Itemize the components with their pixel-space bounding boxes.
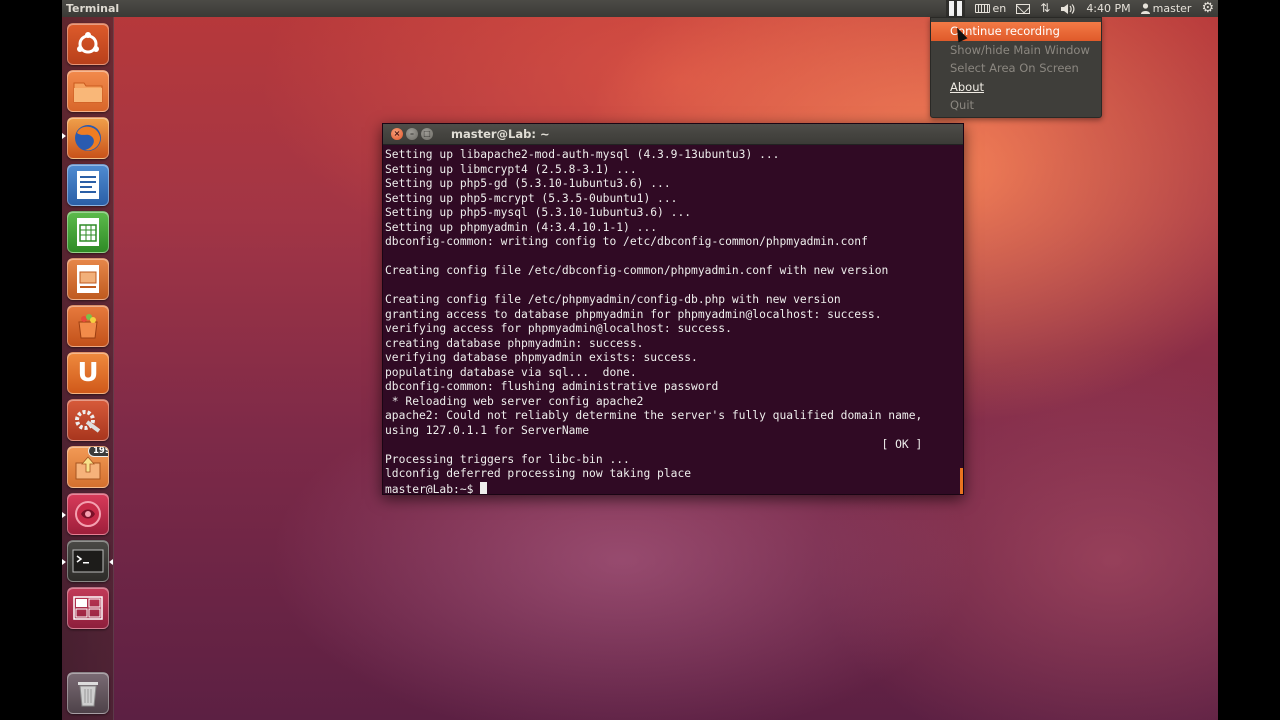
terminal-line: apache2: Could not reliably determine th… — [385, 409, 923, 422]
settings-icon — [75, 410, 101, 433]
indicator-area: en ⇅ 4:40 PM master ⚙ — [945, 0, 1214, 17]
ubuntu-one-icon: U — [77, 358, 99, 388]
recorder-icon — [75, 501, 101, 527]
terminal-window[interactable]: × – □ master@Lab: ~ Setting up libapache… — [382, 123, 964, 495]
terminal-prompt-line[interactable]: master@Lab:~$ — [385, 481, 959, 495]
text-cursor — [480, 481, 488, 494]
launcher-impress[interactable] — [67, 258, 109, 300]
terminal-line: dbconfig-common: writing config to /etc/… — [385, 235, 868, 248]
clock-label: 4:40 PM — [1086, 2, 1131, 15]
messaging-indicator[interactable] — [1016, 0, 1031, 17]
user-icon — [1140, 3, 1150, 14]
writer-icon — [77, 171, 99, 199]
mail-icon — [1016, 3, 1031, 14]
terminal-line: Setting up php5-mysql (5.3.10-1ubuntu3.6… — [385, 206, 692, 219]
network-arrows-icon: ⇅ — [1040, 1, 1051, 15]
terminal-line: ldconfig deferred processing now taking … — [385, 467, 692, 480]
terminal-line: populating database via sql... done. — [385, 365, 637, 379]
terminal-line: [ OK ] — [385, 438, 923, 451]
terminal-line: Setting up libmcrypt4 (2.5.8-3.1) ... — [385, 162, 637, 176]
close-icon: × — [393, 129, 401, 138]
network-indicator[interactable]: ⇅ — [1040, 0, 1050, 17]
launcher-dash-home[interactable] — [67, 23, 109, 65]
launcher-firefox[interactable] — [67, 117, 109, 159]
minimize-icon: – — [410, 129, 414, 138]
ubuntu-logo-icon — [77, 32, 99, 54]
terminal-line: verifying database phpmyadmin exists: su… — [385, 351, 698, 364]
maximize-icon: □ — [423, 129, 431, 138]
terminal-title: master@Lab: ~ — [451, 127, 550, 141]
running-pip — [62, 133, 66, 139]
launcher-trash[interactable] — [67, 672, 109, 714]
update-count-badge: 199 — [88, 447, 108, 457]
menu-item-quit: Quit — [950, 98, 975, 112]
terminal-icon — [72, 549, 104, 573]
terminal-output[interactable]: Setting up libapache2-mod-auth-mysql (4.… — [385, 148, 959, 494]
launcher-terminal[interactable] — [67, 540, 109, 582]
terminal-scrollbar[interactable] — [960, 468, 963, 494]
desktop: Terminal en ⇅ 4:40 PM master ⚙ U 199 × –… — [62, 0, 1218, 720]
running-pip — [62, 559, 66, 565]
clock-indicator[interactable]: 4:40 PM — [1086, 0, 1130, 17]
trash-icon — [78, 682, 98, 707]
terminal-line: Setting up php5-gd (5.3.10-1ubuntu3.6) .… — [385, 177, 671, 190]
letterbox-right — [1218, 0, 1280, 720]
terminal-line: Creating config file /etc/dbconfig-commo… — [385, 264, 889, 277]
pause-icon — [948, 1, 962, 16]
terminal-line: creating database phpmyadmin: success. — [385, 336, 644, 350]
focused-pip — [109, 559, 113, 565]
terminal-line: Setting up libapache2-mod-auth-mysql (4.… — [385, 148, 780, 161]
launcher-screen-recorder[interactable] — [67, 493, 109, 535]
session-indicator[interactable]: ⚙ — [1201, 0, 1214, 17]
menu-item-show-hide-main-window: Show/hide Main Window — [950, 42, 1090, 57]
shell-prompt: master@Lab:~$ — [385, 482, 481, 495]
launcher-system-settings[interactable] — [67, 399, 109, 441]
keyboard-layout-label: en — [992, 2, 1007, 15]
workspaces-icon — [73, 596, 103, 620]
launcher-home-folder[interactable] — [67, 70, 109, 112]
menu-item-about[interactable]: About — [931, 78, 1101, 97]
folder-icon — [73, 82, 103, 103]
terminal-line: * Reloading web server config apache2 — [385, 394, 644, 408]
app-title: Terminal — [66, 2, 120, 15]
top-panel: Terminal en ⇅ 4:40 PM master ⚙ — [62, 0, 1218, 17]
keyboard-icon — [974, 4, 990, 13]
launcher-calc[interactable] — [67, 211, 109, 253]
launcher-ubuntu-one[interactable]: U — [67, 352, 109, 394]
update-manager-icon — [75, 456, 101, 480]
running-pip — [62, 512, 66, 518]
terminal-line: Setting up php5-mcrypt (5.3.5-0ubuntu1) … — [385, 191, 678, 205]
firefox-icon — [75, 125, 101, 151]
terminal-line: using 127.0.1.1 for ServerName — [385, 423, 590, 437]
terminal-line: Processing triggers for libc-bin ... — [385, 452, 630, 466]
letterbox-left — [0, 0, 62, 720]
user-name-label: master — [1152, 2, 1192, 15]
terminal-line: granting access to database phpmyadmin f… — [385, 307, 882, 321]
software-center-icon — [78, 314, 98, 339]
terminal-line: verifying access for phpmyadmin@localhos… — [385, 322, 732, 335]
sound-indicator[interactable] — [1060, 0, 1076, 17]
launcher: U 199 — [62, 17, 114, 720]
launcher-update-manager[interactable]: 199 — [67, 446, 109, 488]
menu-item-select-area-on-screen: Select Area On Screen — [950, 61, 1079, 75]
launcher-software-center[interactable] — [67, 305, 109, 347]
calc-icon — [77, 218, 99, 246]
recorder-indicator[interactable] — [945, 0, 965, 17]
maximize-button[interactable]: □ — [421, 128, 433, 140]
user-indicator[interactable]: master — [1140, 0, 1192, 17]
terminal-line: Creating config file /etc/phpmyadmin/con… — [385, 293, 841, 306]
gear-icon: ⚙ — [1201, 0, 1214, 16]
launcher-workspace-switcher[interactable] — [67, 587, 109, 629]
keyboard-indicator[interactable]: en — [974, 0, 1007, 17]
minimize-button[interactable]: – — [406, 128, 418, 140]
terminal-line: Setting up phpmyadmin (4:3.4.10.1-1) ... — [385, 220, 658, 234]
launcher-writer[interactable] — [67, 164, 109, 206]
speaker-icon — [1061, 3, 1075, 14]
impress-icon — [77, 265, 99, 293]
terminal-titlebar[interactable]: × – □ master@Lab: ~ — [383, 124, 963, 145]
close-button[interactable]: × — [391, 128, 403, 140]
terminal-line: dbconfig-common: flushing administrative… — [385, 380, 719, 393]
